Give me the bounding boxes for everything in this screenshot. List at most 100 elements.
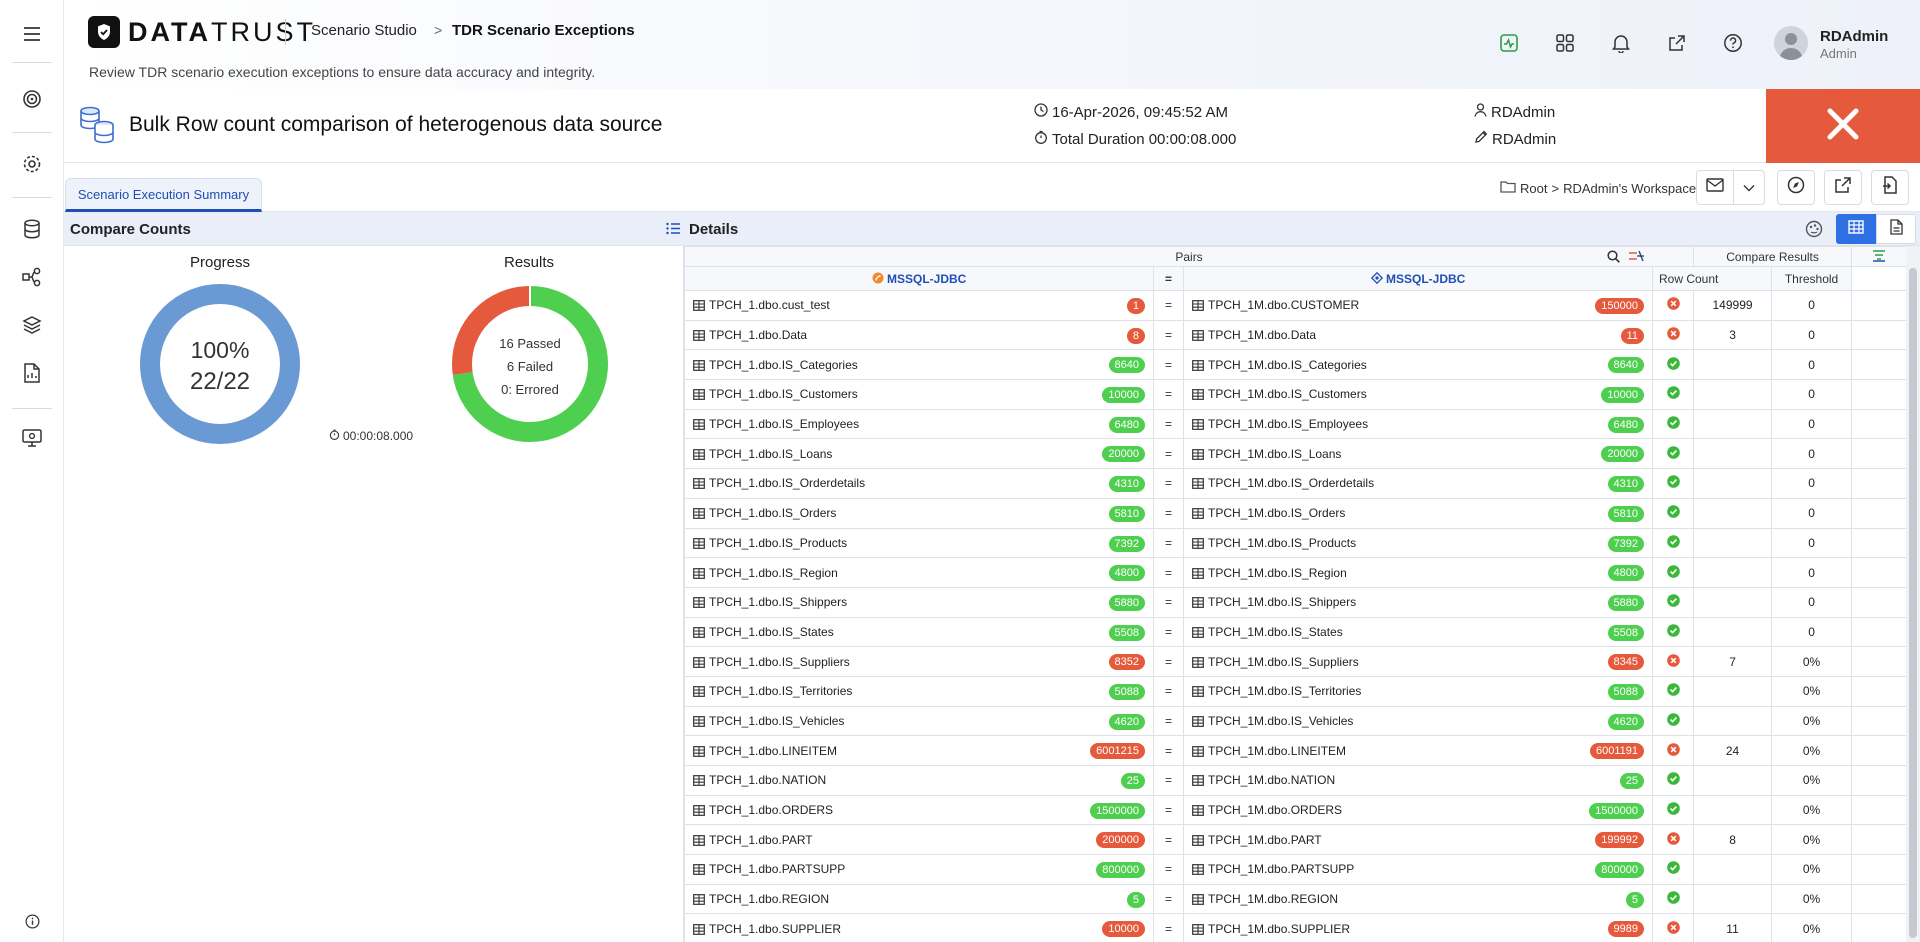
left-table-cell[interactable]: TPCH_1.dbo.Data 8 (684, 319, 1154, 351)
help-icon[interactable] (1721, 31, 1745, 55)
scrollbar-thumb[interactable] (1909, 268, 1917, 938)
right-table-cell[interactable]: TPCH_1M.dbo.ORDERS 1500000 (1183, 794, 1653, 826)
table-row[interactable]: TPCH_1.dbo.IS_States 5508 = TPCH_1M.dbo.IS_… (684, 616, 1906, 648)
left-table-cell[interactable]: TPCH_1.dbo.IS_States 5508 (684, 616, 1154, 648)
left-table-cell[interactable]: TPCH_1.dbo.IS_Loans 20000 (684, 438, 1154, 470)
table-row[interactable]: TPCH_1.dbo.IS_Territories 5088 = TPCH_1M.db… (684, 675, 1906, 707)
table-row[interactable]: TPCH_1.dbo.Data 8 = TPCH_1M.dbo.Data 11 3 0 (684, 319, 1906, 351)
workspace-root[interactable]: Root (1520, 181, 1547, 196)
file-view-button[interactable] (1876, 214, 1916, 244)
left-table-cell[interactable]: TPCH_1.dbo.IS_Categories 8640 (684, 349, 1154, 381)
table-row[interactable]: TPCH_1.dbo.REGION 5 = TPCH_1M.dbo.REGION 5 0% (684, 883, 1906, 915)
left-table-cell[interactable]: TPCH_1.dbo.NATION 25 (684, 765, 1154, 796)
close-button[interactable] (1766, 89, 1920, 163)
navigate-button[interactable] (1777, 170, 1815, 205)
target-icon[interactable] (20, 87, 44, 111)
table-row[interactable]: TPCH_1.dbo.SUPPLIER 10000 = TPCH_1M.dbo.SUP… (684, 913, 1906, 942)
left-table-cell[interactable]: TPCH_1.dbo.IS_Vehicles 4620 (684, 705, 1154, 737)
grid-icon[interactable] (1553, 31, 1577, 55)
right-table-cell[interactable]: TPCH_1M.dbo.Data 11 (1183, 319, 1653, 351)
avatar[interactable] (1774, 26, 1808, 60)
right-table-cell[interactable]: TPCH_1M.dbo.IS_Loans 20000 (1183, 438, 1653, 470)
right-table-cell[interactable]: TPCH_1M.dbo.IS_Territories 5088 (1183, 675, 1653, 707)
report-icon[interactable] (20, 361, 44, 385)
left-table-cell[interactable]: TPCH_1.dbo.IS_Territories 5088 (684, 675, 1154, 707)
table-row[interactable]: TPCH_1.dbo.ORDERS 1500000 = TPCH_1M.dbo.ORD… (684, 794, 1906, 826)
right-table-cell[interactable]: TPCH_1M.dbo.NATION 25 (1183, 765, 1653, 796)
workspace-breadcrumb[interactable]: Root > RDAdmin's Workspace (1500, 180, 1696, 196)
table-row[interactable]: TPCH_1.dbo.IS_Suppliers 8352 = TPCH_1M.dbo.… (684, 646, 1906, 677)
table-row[interactable]: TPCH_1.dbo.IS_Loans 20000 = TPCH_1M.dbo.IS_… (684, 438, 1906, 470)
table-row[interactable]: TPCH_1.dbo.IS_Region 4800 = TPCH_1M.dbo.IS_… (684, 557, 1906, 588)
table-row[interactable]: TPCH_1.dbo.PARTSUPP 800000 = TPCH_1M.dbo.PA… (684, 854, 1906, 885)
right-table-cell[interactable]: TPCH_1M.dbo.IS_Region 4800 (1183, 557, 1653, 588)
menu-icon[interactable] (20, 22, 44, 46)
table-row[interactable]: TPCH_1.dbo.NATION 25 = TPCH_1M.dbo.NATION 25… (684, 765, 1906, 796)
left-table-cell[interactable]: TPCH_1.dbo.REGION 5 (684, 883, 1154, 915)
right-table-cell[interactable]: TPCH_1M.dbo.IS_Orders 5810 (1183, 497, 1653, 529)
right-table-cell[interactable]: TPCH_1M.dbo.PART 199992 (1183, 824, 1653, 856)
left-table-cell[interactable]: TPCH_1.dbo.PART 200000 (684, 824, 1154, 856)
right-table-cell[interactable]: TPCH_1M.dbo.IS_States 5508 (1183, 616, 1653, 648)
table-row[interactable]: TPCH_1.dbo.IS_Products 7392 = TPCH_1M.dbo.I… (684, 527, 1906, 559)
right-table-cell[interactable]: TPCH_1M.dbo.IS_Orderdetails 4310 (1183, 468, 1653, 499)
left-table-cell[interactable]: TPCH_1.dbo.SUPPLIER 10000 (684, 913, 1154, 942)
external-link-icon[interactable] (1665, 31, 1689, 55)
right-table-cell[interactable]: TPCH_1M.dbo.CUSTOMER 150000 (1183, 290, 1653, 321)
left-table-cell[interactable]: TPCH_1.dbo.cust_test 1 (684, 290, 1154, 321)
palette-icon[interactable] (1805, 220, 1823, 243)
database-icon[interactable] (20, 217, 44, 241)
table-row[interactable]: TPCH_1.dbo.IS_Employees 6480 = TPCH_1M.dbo.… (684, 408, 1906, 440)
export-button[interactable] (1824, 170, 1862, 205)
left-table-cell[interactable]: TPCH_1.dbo.IS_Region 4800 (684, 557, 1154, 588)
search-icon[interactable] (1607, 250, 1620, 266)
email-dropdown-button[interactable] (1733, 170, 1765, 205)
workspace-name[interactable]: RDAdmin's Workspace (1563, 181, 1696, 196)
right-table-cell[interactable]: TPCH_1M.dbo.IS_Employees 6480 (1183, 408, 1653, 440)
activity-icon[interactable] (1497, 31, 1521, 55)
right-table-cell[interactable]: TPCH_1M.dbo.IS_Categories 8640 (1183, 349, 1653, 381)
right-table-cell[interactable]: TPCH_1M.dbo.SUPPLIER 9989 (1183, 913, 1653, 942)
right-table-cell[interactable]: TPCH_1M.dbo.LINEITEM 6001191 (1183, 735, 1653, 766)
left-table-cell[interactable]: TPCH_1.dbo.IS_Suppliers 8352 (684, 646, 1154, 677)
table-row[interactable]: TPCH_1.dbo.IS_Orders 5810 = TPCH_1M.dbo.IS_… (684, 497, 1906, 529)
workflow-icon[interactable] (20, 265, 44, 289)
right-table-cell[interactable]: TPCH_1M.dbo.REGION 5 (1183, 883, 1653, 915)
right-table-cell[interactable]: TPCH_1M.dbo.IS_Customers 10000 (1183, 379, 1653, 410)
table-row[interactable]: TPCH_1.dbo.cust_test 1 = TPCH_1M.dbo.CUSTOM… (684, 290, 1906, 321)
right-table-cell[interactable]: TPCH_1M.dbo.IS_Products 7392 (1183, 527, 1653, 559)
left-table-cell[interactable]: TPCH_1.dbo.IS_Orderdetails 4310 (684, 468, 1154, 499)
table-row[interactable]: TPCH_1.dbo.IS_Vehicles 4620 = TPCH_1M.dbo.I… (684, 705, 1906, 737)
document-export-button[interactable] (1871, 170, 1909, 205)
table-row[interactable]: TPCH_1.dbo.PART 200000 = TPCH_1M.dbo.PART 19… (684, 824, 1906, 856)
right-table-cell[interactable]: TPCH_1M.dbo.PARTSUPP 800000 (1183, 854, 1653, 885)
table-row[interactable]: TPCH_1.dbo.IS_Customers 10000 = TPCH_1M.dbo… (684, 379, 1906, 410)
table-view-button[interactable] (1836, 214, 1876, 244)
right-table-cell[interactable]: TPCH_1M.dbo.IS_Vehicles 4620 (1183, 705, 1653, 737)
left-table-cell[interactable]: TPCH_1.dbo.IS_Products 7392 (684, 527, 1154, 559)
table-row[interactable]: TPCH_1.dbo.IS_Shippers 5880 = TPCH_1M.dbo.I… (684, 586, 1906, 618)
bell-icon[interactable] (1609, 31, 1633, 55)
left-table-cell[interactable]: TPCH_1.dbo.IS_Employees 6480 (684, 408, 1154, 440)
left-table-cell[interactable]: TPCH_1.dbo.PARTSUPP 800000 (684, 854, 1154, 885)
info-icon[interactable] (20, 909, 44, 933)
breadcrumb-studio[interactable]: Scenario Studio (311, 22, 417, 39)
compare-icon[interactable] (1628, 249, 1645, 266)
gear-icon[interactable] (20, 152, 44, 176)
email-button[interactable] (1696, 170, 1734, 205)
table-row[interactable]: TPCH_1.dbo.IS_Orderdetails 4310 = TPCH_1M.d… (684, 468, 1906, 499)
right-table-cell[interactable]: TPCH_1M.dbo.IS_Suppliers 8345 (1183, 646, 1653, 677)
table-row[interactable]: TPCH_1.dbo.IS_Categories 8640 = TPCH_1M.dbo… (684, 349, 1906, 381)
monitor-icon[interactable] (20, 426, 44, 450)
table-row[interactable]: TPCH_1.dbo.LINEITEM 6001215 = TPCH_1M.dbo.L… (684, 735, 1906, 766)
filter-icon[interactable] (1872, 249, 1886, 265)
table-scrollbar[interactable] (1906, 246, 1920, 942)
left-table-cell[interactable]: TPCH_1.dbo.ORDERS 1500000 (684, 794, 1154, 826)
left-table-cell[interactable]: TPCH_1.dbo.IS_Shippers 5880 (684, 586, 1154, 618)
right-table-cell[interactable]: TPCH_1M.dbo.IS_Shippers 5880 (1183, 586, 1653, 618)
tab-scenario-execution-summary[interactable]: Scenario Execution Summary (65, 178, 262, 212)
user-name[interactable]: RDAdmin (1820, 28, 1888, 45)
left-table-cell[interactable]: TPCH_1.dbo.IS_Customers 10000 (684, 379, 1154, 410)
left-table-cell[interactable]: TPCH_1.dbo.IS_Orders 5810 (684, 497, 1154, 529)
layers-icon[interactable] (20, 313, 44, 337)
